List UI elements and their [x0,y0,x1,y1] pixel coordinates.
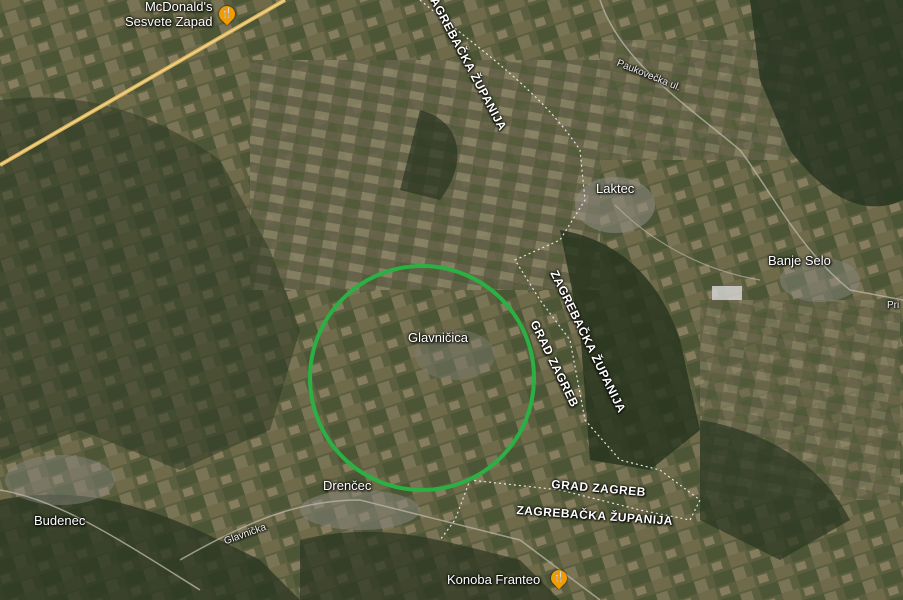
place-label-laktec[interactable]: Laktec [596,181,634,196]
poi-label-konoba[interactable]: Konoba Franteo [447,572,540,587]
fork-knife-icon[interactable]: 🍴 [215,2,239,26]
poi-label-mcdonalds-line1: McDonald's [144,0,213,14]
satellite-map[interactable]: Glavničica Laktec Banje Selo Drenčec Bud… [0,0,903,600]
fork-knife-icon[interactable]: 🍴 [547,566,571,590]
place-label-drencec[interactable]: Drenčec [323,478,371,493]
poi-label-mcdonalds[interactable]: McDonald's Sesvete Zapad [125,0,212,29]
place-label-glavnicica[interactable]: Glavničica [408,330,468,345]
satellite-imagery [0,0,903,600]
poi-label-mcdonalds-line2: Sesvete Zapad [125,14,213,29]
place-label-banje-selo[interactable]: Banje Selo [768,253,831,268]
place-label-pri[interactable]: Pri [887,298,899,313]
place-label-budenec[interactable]: Budenec [34,513,85,528]
